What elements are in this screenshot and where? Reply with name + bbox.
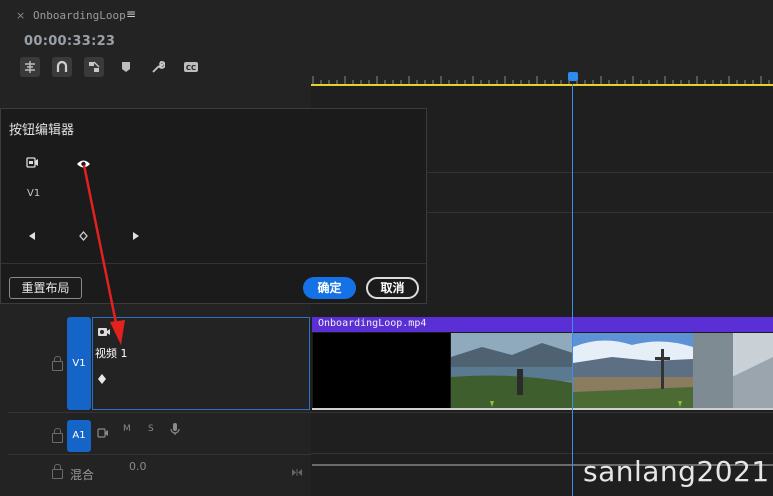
watermark: sanlang2021 [583,455,770,488]
annotation-arrow [82,164,125,345]
